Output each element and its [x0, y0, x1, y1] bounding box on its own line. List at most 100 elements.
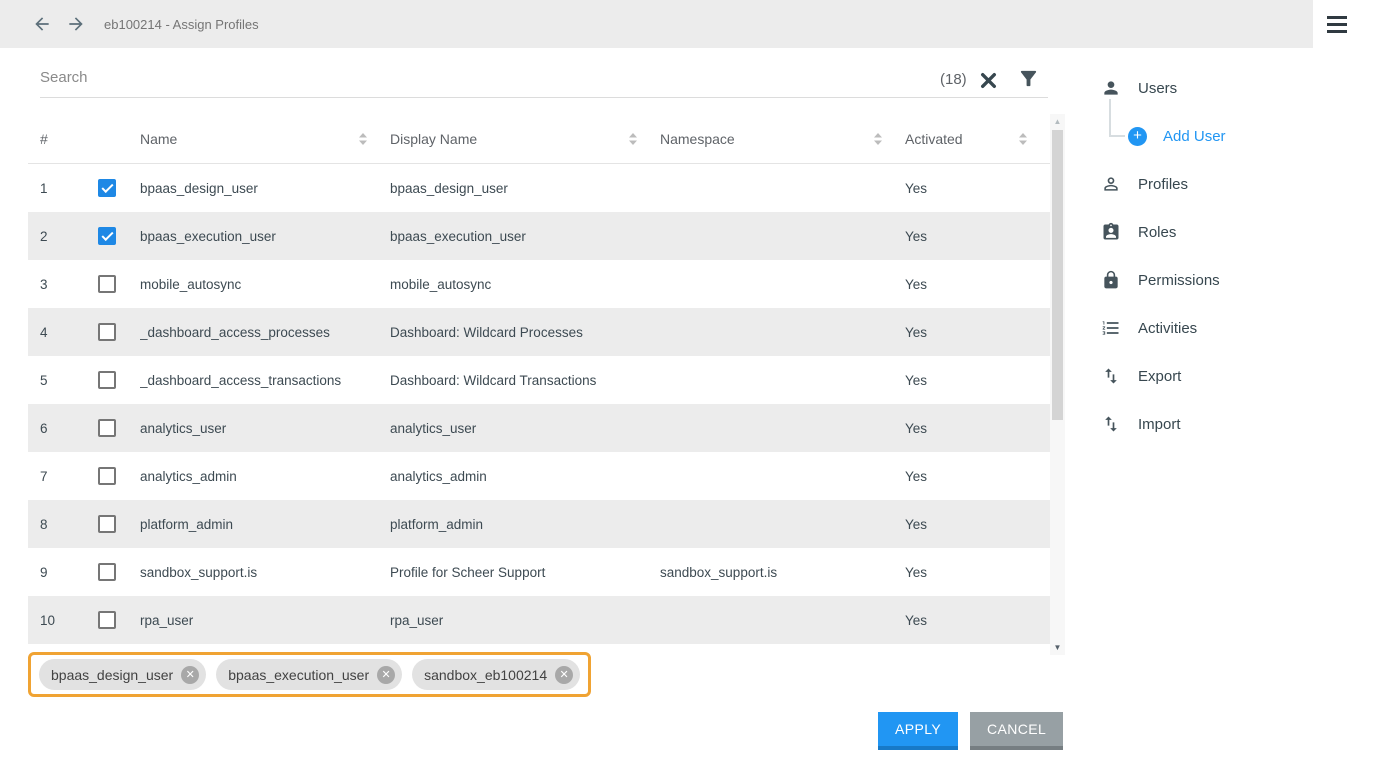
cell-display-name: bpaas_execution_user — [390, 228, 526, 244]
cell-display-name: Dashboard: Wildcard Transactions — [390, 372, 597, 388]
cell-activated: Yes — [905, 612, 928, 628]
scroll-up-icon[interactable]: ▲ — [1050, 117, 1065, 126]
cell-display-name: Profile for Scheer Support — [390, 564, 546, 580]
cancel-button[interactable]: CANCEL — [970, 712, 1064, 750]
sort-icon — [1018, 132, 1028, 146]
column-header-namespace[interactable]: Namespace — [660, 114, 905, 163]
sidebar-item-activities[interactable]: Activities — [1090, 304, 1380, 352]
column-header-num: # — [40, 130, 48, 147]
cell-display-name: platform_admin — [390, 516, 484, 532]
table-scrollbar[interactable]: ▲ ▼ — [1050, 114, 1065, 655]
scrollbar-thumb[interactable] — [1052, 130, 1063, 420]
sidebar-item-import[interactable]: Import — [1090, 400, 1380, 448]
cell-display-name: rpa_user — [390, 612, 444, 628]
sidebar-item-users[interactable]: Users — [1090, 64, 1380, 112]
cell-name: _dashboard_access_transactions — [140, 372, 342, 388]
row-checkbox[interactable] — [98, 323, 116, 341]
table-header: # Name Display Name Namespace Activated — [28, 114, 1050, 164]
table-row[interactable]: 7 analytics_admin analytics_admin Yes — [28, 452, 1050, 500]
table-row[interactable]: 4 _dashboard_access_processes Dashboard:… — [28, 308, 1050, 356]
cell-activated: Yes — [905, 468, 928, 484]
clear-search-icon[interactable] — [979, 71, 998, 90]
table-row[interactable]: 9 sandbox_support.is Profile for Scheer … — [28, 548, 1050, 596]
id-badge-icon — [1100, 221, 1122, 243]
sidebar: Users + Add User Profiles Roles Permissi… — [1090, 64, 1380, 448]
sidebar-item-roles[interactable]: Roles — [1090, 208, 1380, 256]
cell-display-name: analytics_admin — [390, 468, 487, 484]
row-checkbox[interactable] — [98, 419, 116, 437]
cell-name: rpa_user — [140, 612, 194, 628]
cell-activated: Yes — [905, 276, 928, 292]
column-header-display-name[interactable]: Display Name — [390, 114, 660, 163]
cell-name: platform_admin — [140, 516, 234, 532]
cell-display-name: mobile_autosync — [390, 276, 492, 292]
sort-icon — [873, 132, 883, 146]
row-checkbox[interactable] — [98, 371, 116, 389]
chip-remove-icon[interactable]: ✕ — [377, 665, 396, 684]
search-input[interactable] — [40, 61, 900, 93]
back-arrow-icon[interactable] — [30, 12, 54, 36]
row-checkbox[interactable] — [98, 611, 116, 629]
sidebar-item-export[interactable]: Export — [1090, 352, 1380, 400]
sidebar-item-add-user[interactable]: + Add User — [1090, 112, 1380, 160]
forward-arrow-icon[interactable] — [64, 12, 88, 36]
tree-connector — [1109, 135, 1125, 137]
search-underline — [40, 97, 1048, 98]
table-row[interactable]: 2 bpaas_execution_user bpaas_execution_u… — [28, 212, 1050, 260]
apply-button[interactable]: APPLY — [878, 712, 959, 750]
row-checkbox[interactable] — [98, 227, 116, 245]
cell-display-name: analytics_user — [390, 420, 477, 436]
column-header-activated[interactable]: Activated — [905, 114, 1050, 163]
selection-highlight-box: bpaas_design_user ✕ bpaas_execution_user… — [28, 652, 592, 697]
cell-activated: Yes — [905, 228, 928, 244]
cell-namespace: sandbox_support.is — [660, 564, 778, 580]
chip[interactable]: sandbox_eb100214 ✕ — [412, 659, 581, 690]
chip-remove-icon[interactable]: ✕ — [555, 665, 574, 684]
cell-name: mobile_autosync — [140, 276, 242, 292]
cell-activated: Yes — [905, 180, 928, 196]
sidebar-item-permissions[interactable]: Permissions — [1090, 256, 1380, 304]
cell-display-name: bpaas_design_user — [390, 180, 508, 196]
column-header-checkbox — [98, 114, 140, 163]
person-outline-icon — [1100, 173, 1122, 195]
table-body: 1 bpaas_design_user bpaas_design_user Ye… — [28, 164, 1050, 644]
table-row[interactable]: 10 rpa_user rpa_user Yes — [28, 596, 1050, 644]
table-row[interactable]: 1 bpaas_design_user bpaas_design_user Ye… — [28, 164, 1050, 212]
tree-connector — [1109, 99, 1111, 137]
result-count: (18) — [940, 71, 967, 88]
sidebar-item-profiles[interactable]: Profiles — [1090, 160, 1380, 208]
page-title: eb100214 - Assign Profiles — [104, 16, 259, 32]
row-checkbox[interactable] — [98, 467, 116, 485]
column-header-name[interactable]: Name — [140, 114, 390, 163]
cell-name: _dashboard_access_processes — [140, 324, 330, 340]
row-checkbox[interactable] — [98, 275, 116, 293]
row-checkbox[interactable] — [98, 563, 116, 581]
person-icon — [1100, 77, 1122, 99]
table-row[interactable]: 8 platform_admin platform_admin Yes — [28, 500, 1050, 548]
filter-icon[interactable] — [1017, 67, 1040, 90]
lock-icon — [1100, 269, 1122, 291]
chip[interactable]: bpaas_execution_user ✕ — [216, 659, 403, 690]
cell-activated: Yes — [905, 516, 928, 532]
chip-remove-icon[interactable]: ✕ — [181, 665, 200, 684]
sort-icon — [358, 132, 368, 146]
table-row[interactable]: 3 mobile_autosync mobile_autosync Yes — [28, 260, 1050, 308]
table-row[interactable]: 5 _dashboard_access_transactions Dashboa… — [28, 356, 1050, 404]
cell-activated: Yes — [905, 564, 928, 580]
topbar: eb100214 - Assign Profiles — [0, 0, 1313, 48]
chip[interactable]: bpaas_design_user ✕ — [39, 659, 207, 690]
sort-icon — [628, 132, 638, 146]
row-checkbox[interactable] — [98, 515, 116, 533]
cell-display-name: Dashboard: Wildcard Processes — [390, 324, 583, 340]
cell-activated: Yes — [905, 420, 928, 436]
cell-name: bpaas_design_user — [140, 180, 258, 196]
import-export-icon — [1100, 413, 1122, 435]
scroll-down-icon[interactable]: ▼ — [1050, 643, 1065, 652]
menu-icon[interactable] — [1313, 0, 1361, 48]
table-row[interactable]: 6 analytics_user analytics_user Yes — [28, 404, 1050, 452]
assign-profiles-screen: eb100214 - Assign Profiles (18) # Name D… — [0, 0, 1385, 763]
numbered-list-icon — [1100, 317, 1122, 339]
add-plus-icon: + — [1128, 126, 1147, 146]
selected-chips: bpaas_design_user ✕ bpaas_execution_user… — [39, 659, 581, 690]
row-checkbox[interactable] — [98, 179, 116, 197]
